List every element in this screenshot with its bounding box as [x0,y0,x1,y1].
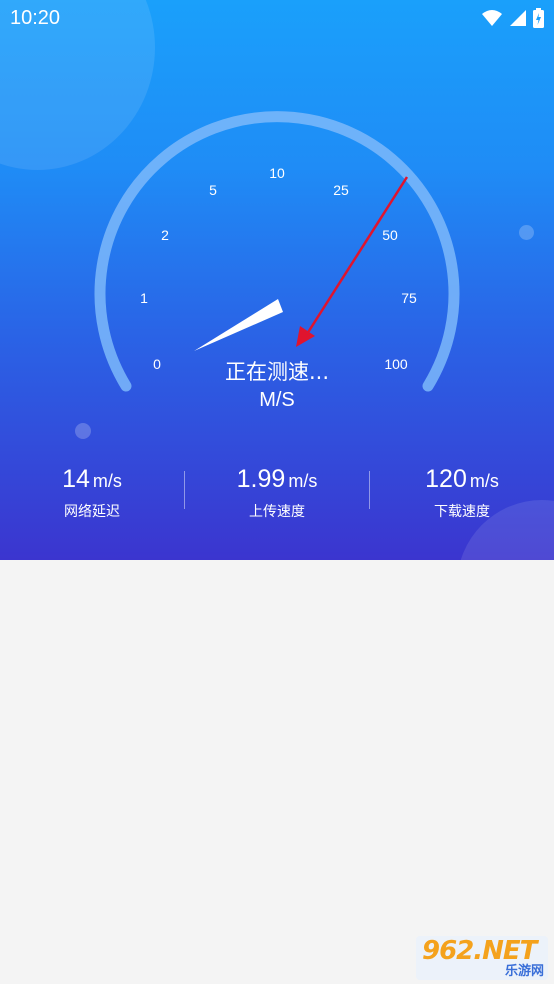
gauge-arc [94,111,460,392]
stat-unit: m/s [92,471,122,491]
speedtest-hero: 10:20 0 1 2 5 10 25 50 75 100 正在测速... M/… [0,0,554,560]
stat-label: 网络延迟 [64,504,120,520]
speedtest-status: 正在测速... [224,360,330,384]
stat-unit: m/s [469,471,499,491]
stat-label: 下载速度 [434,504,490,520]
stat-value: 120 [425,465,467,493]
stats-row: 14 m/s 网络延迟 1.99 m/s 上传速度 120 m/s 下载速度 [0,462,554,522]
gauge-tick-label: 25 [333,182,349,198]
stat-upload-speed: 1.99 m/s 上传速度 [185,462,369,521]
gauge-needle [194,299,283,351]
speed-unit: M/S [259,389,295,411]
watermark-logo: 962.NET 乐游网 [416,936,548,980]
stat-label: 上传速度 [249,504,305,520]
stat-download-speed: 120 m/s 下载速度 [370,462,554,521]
stat-latency: 14 m/s 网络延迟 [0,462,184,521]
gauge-tick-label: 10 [269,165,285,181]
stat-unit: m/s [288,471,318,491]
gauge-tick-label: 50 [382,227,398,243]
annotation-arrow-line [305,176,409,335]
gauge-tick-label: 0 [153,356,161,372]
gauge-tick-label: 1 [140,290,148,306]
content-area [0,560,554,984]
gauge-tick-label: 2 [161,227,169,243]
gauge-tick-label: 75 [401,290,417,306]
annotation-arrow-head [296,326,315,347]
stat-value: 1.99 [236,465,286,493]
watermark-subtext: 乐游网 [504,964,544,979]
stat-value: 14 [62,465,90,493]
gauge-tick-label: 100 [384,356,408,372]
gauge-tick-label: 5 [209,182,217,198]
